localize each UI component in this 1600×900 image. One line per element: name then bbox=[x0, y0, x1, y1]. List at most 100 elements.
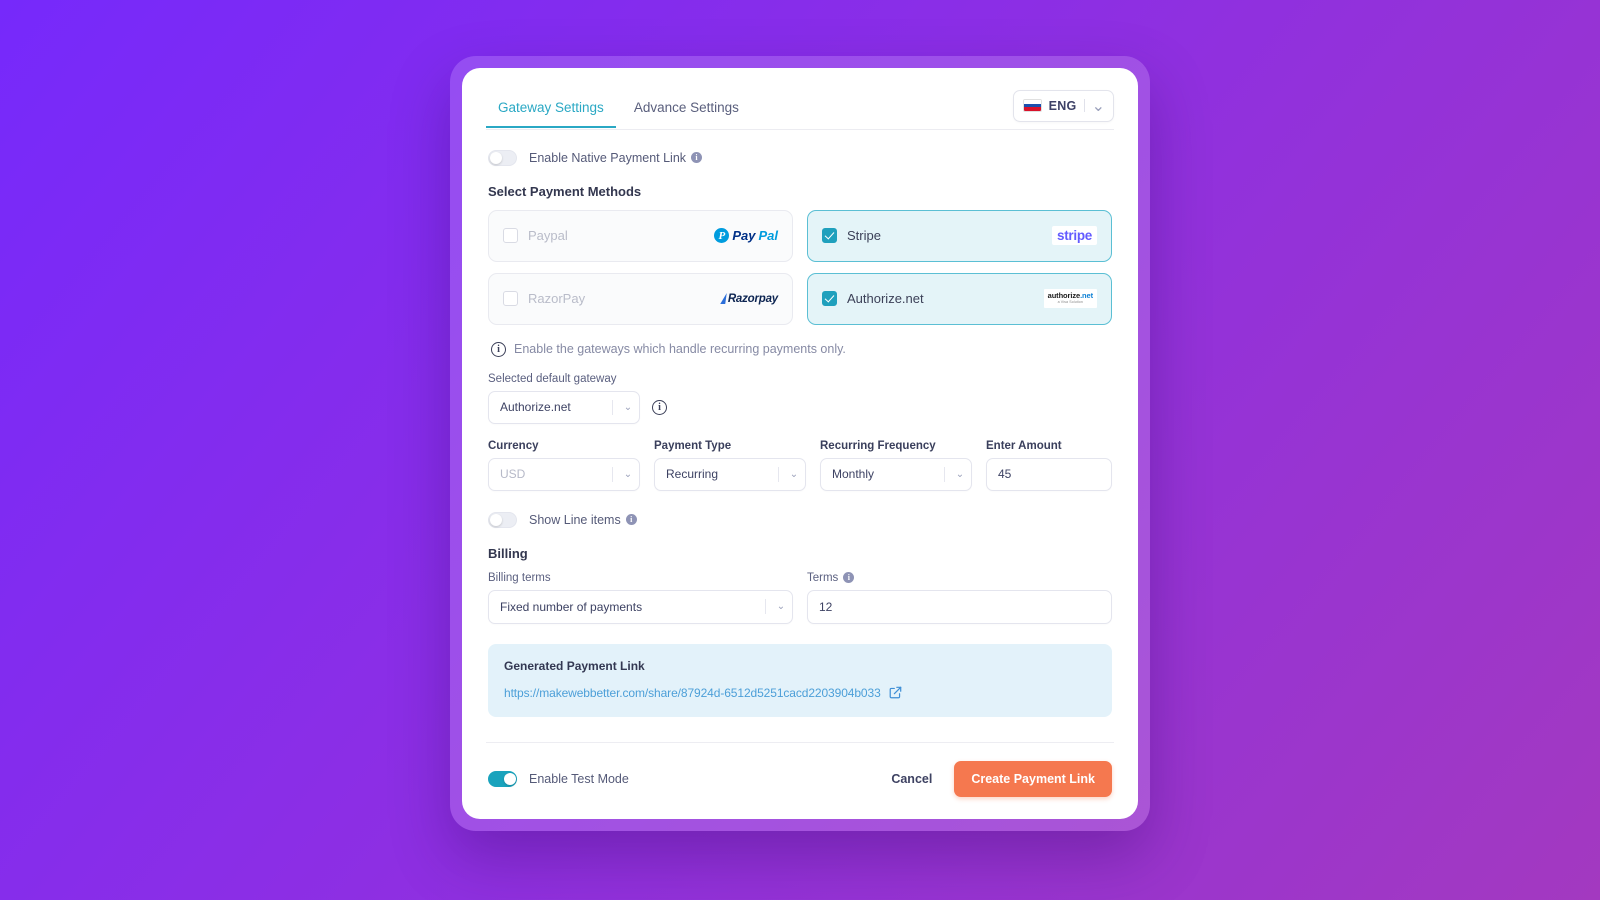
info-icon[interactable]: i bbox=[691, 152, 703, 163]
chevron-down-icon: ⌄ bbox=[623, 468, 633, 480]
recurring-frequency-value: Monthly bbox=[832, 467, 875, 481]
divider bbox=[612, 399, 613, 415]
divider bbox=[1083, 99, 1085, 112]
razorpay-label: RazorPay bbox=[528, 291, 586, 306]
payment-type-field: Payment Type Recurring ⌄ bbox=[654, 440, 806, 491]
select-payment-methods-title: Select Payment Methods bbox=[488, 183, 642, 199]
default-gateway-row: Authorize.net ⌄ i bbox=[488, 390, 1112, 424]
amount-label: Enter Amount bbox=[986, 439, 1062, 452]
toggle-knob bbox=[490, 151, 502, 164]
dialog-footer: Enable Test Mode Cancel Create Payment L… bbox=[486, 741, 1114, 797]
tab-advance-settings[interactable]: Advance Settings bbox=[622, 93, 751, 128]
show-line-items-row: Show Line items i bbox=[488, 511, 1112, 528]
recurring-frequency-label: Recurring Frequency bbox=[820, 439, 936, 452]
payment-method-razorpay[interactable]: RazorPay Razorpay bbox=[488, 272, 793, 325]
show-line-items-toggle[interactable] bbox=[488, 511, 517, 528]
method-left: Authorize.net bbox=[822, 291, 924, 306]
tab-gateway-settings[interactable]: Gateway Settings bbox=[486, 93, 616, 128]
payment-methods-grid: Paypal P PayPal Stripe stripe RazorPay bbox=[488, 209, 1112, 325]
recurring-gateways-hint: i Enable the gateways which handle recur… bbox=[491, 341, 1112, 357]
currency-field: Currency USD ⌄ bbox=[488, 440, 640, 491]
stripe-logo: stripe bbox=[1052, 226, 1097, 245]
divider bbox=[612, 466, 613, 482]
razorpay-checkbox[interactable] bbox=[503, 291, 518, 306]
method-left: RazorPay bbox=[503, 291, 585, 306]
recurring-frequency-field: Recurring Frequency Monthly ⌄ bbox=[820, 440, 972, 491]
terms-field: Terms i 12 bbox=[807, 572, 1112, 624]
amount-input[interactable]: 45 bbox=[986, 457, 1112, 491]
hint-text: Enable the gateways which handle recurri… bbox=[514, 342, 846, 356]
language-selector[interactable]: ENG ⌄ bbox=[1012, 89, 1114, 122]
stripe-checkbox[interactable] bbox=[822, 228, 837, 243]
payment-type-value: Recurring bbox=[666, 467, 719, 481]
method-left: Stripe bbox=[822, 228, 881, 243]
stripe-label: Stripe bbox=[847, 228, 881, 243]
authorizenet-logo: authorize.net a Visa Solution bbox=[1043, 289, 1097, 308]
divider bbox=[778, 466, 779, 482]
dialog-header: Gateway Settings Advance Settings ENG ⌄ bbox=[486, 89, 1114, 130]
paypal-logo: P Pay Pal bbox=[714, 228, 778, 243]
razorpay-logo: Razorpay bbox=[720, 292, 778, 305]
currency-select[interactable]: USD ⌄ bbox=[488, 457, 640, 491]
billing-section-title: Billing bbox=[488, 545, 528, 561]
info-icon[interactable]: i bbox=[625, 514, 637, 525]
payment-type-label: Payment Type bbox=[654, 439, 732, 452]
russia-flag-icon bbox=[1022, 99, 1042, 112]
default-gateway-block: Selected default gateway Authorize.net ⌄… bbox=[488, 373, 1112, 424]
create-payment-link-button[interactable]: Create Payment Link bbox=[954, 760, 1112, 797]
dialog-body: Enable Native Payment Link i Select Paym… bbox=[486, 149, 1114, 742]
payment-method-authorizenet[interactable]: Authorize.net authorize.net a Visa Solut… bbox=[807, 272, 1112, 325]
terms-label: Terms i bbox=[807, 572, 1112, 584]
payment-method-stripe[interactable]: Stripe stripe bbox=[807, 209, 1112, 262]
razorpay-mark-icon bbox=[720, 293, 727, 304]
generated-payment-link-url[interactable]: https://makewebbetter.com/share/87924d-6… bbox=[504, 686, 881, 700]
method-left: Paypal bbox=[503, 228, 568, 243]
currency-label: Currency bbox=[488, 439, 539, 452]
paypal-label: Paypal bbox=[528, 228, 568, 243]
razorpay-wordmark: Razorpay bbox=[727, 292, 778, 305]
billing-fields: Billing terms Fixed number of payments ⌄… bbox=[488, 572, 1112, 624]
billing-terms-value: Fixed number of payments bbox=[500, 599, 643, 614]
show-line-items-label: Show Line items i bbox=[529, 513, 637, 527]
chevron-down-icon: ⌄ bbox=[955, 468, 965, 480]
default-gateway-info-icon[interactable]: i bbox=[652, 399, 667, 415]
chevron-down-icon: ⌄ bbox=[1091, 97, 1105, 115]
payment-link-dialog: Gateway Settings Advance Settings ENG ⌄ … bbox=[462, 67, 1138, 819]
default-gateway-select[interactable]: Authorize.net ⌄ bbox=[488, 390, 640, 424]
payment-type-select[interactable]: Recurring ⌄ bbox=[654, 457, 806, 491]
external-link-icon[interactable] bbox=[889, 686, 902, 699]
default-gateway-label: Selected default gateway bbox=[488, 372, 617, 385]
info-icon[interactable]: i bbox=[843, 572, 855, 583]
currency-value: USD bbox=[500, 467, 526, 481]
terms-value: 12 bbox=[819, 599, 833, 614]
billing-terms-select[interactable]: Fixed number of payments ⌄ bbox=[488, 589, 793, 624]
amount-value: 45 bbox=[998, 467, 1012, 481]
authorizenet-checkbox[interactable] bbox=[822, 291, 837, 306]
native-payment-link-text: Enable Native Payment Link bbox=[529, 150, 687, 165]
show-line-items-text: Show Line items bbox=[529, 512, 621, 527]
enable-test-mode-toggle[interactable] bbox=[488, 770, 517, 787]
terms-input[interactable]: 12 bbox=[807, 589, 1112, 624]
authorizenet-wordmark: authorize.net bbox=[1047, 291, 1093, 301]
generated-payment-link-box: Generated Payment Link https://makewebbe… bbox=[488, 643, 1112, 717]
generated-payment-link-row: https://makewebbetter.com/share/87924d-6… bbox=[504, 686, 1096, 700]
paypal-checkbox[interactable] bbox=[503, 228, 518, 243]
authorizenet-tagline: a Visa Solution bbox=[1057, 300, 1084, 305]
divider bbox=[944, 466, 945, 482]
cancel-button[interactable]: Cancel bbox=[885, 764, 938, 794]
divider bbox=[765, 599, 766, 614]
default-gateway-value: Authorize.net bbox=[500, 400, 571, 414]
toggle-knob bbox=[504, 772, 516, 785]
native-payment-link-row: Enable Native Payment Link i bbox=[488, 149, 1112, 166]
chevron-down-icon: ⌄ bbox=[789, 468, 799, 480]
authorizenet-label: Authorize.net bbox=[847, 291, 924, 306]
toggle-knob bbox=[490, 513, 502, 526]
generated-payment-link-title: Generated Payment Link bbox=[504, 658, 645, 673]
recurring-frequency-select[interactable]: Monthly ⌄ bbox=[820, 457, 972, 491]
enable-native-payment-link-toggle[interactable] bbox=[488, 149, 517, 166]
billing-terms-field: Billing terms Fixed number of payments ⌄ bbox=[488, 572, 793, 624]
payment-method-paypal[interactable]: Paypal P Pay Pal bbox=[488, 209, 793, 262]
amount-field: Enter Amount 45 bbox=[986, 440, 1112, 491]
test-mode-row: Enable Test Mode bbox=[488, 770, 629, 787]
chevron-down-icon: ⌄ bbox=[776, 601, 786, 612]
